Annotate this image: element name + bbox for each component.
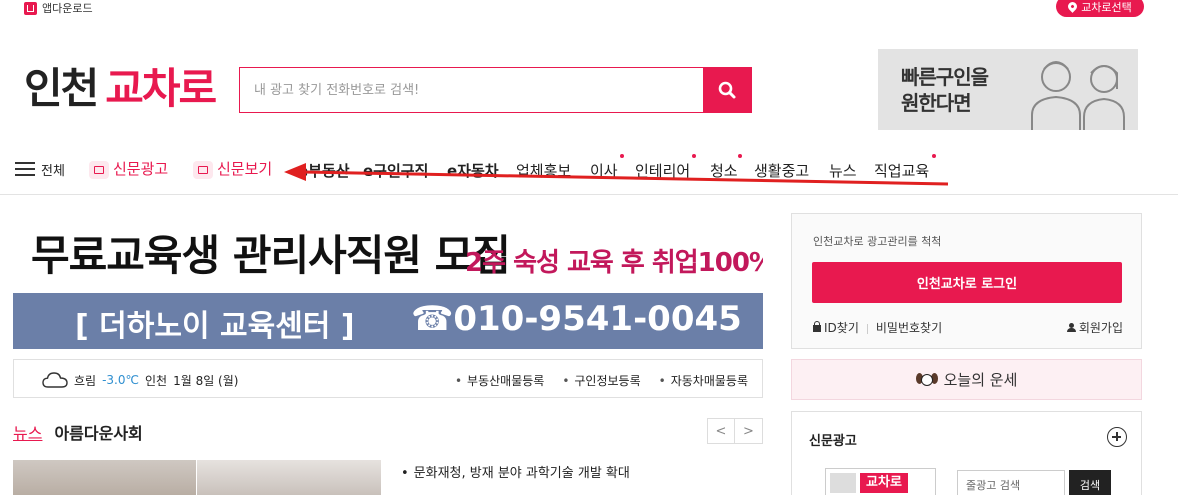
- nav-item-jobs[interactable]: e구인구직: [363, 160, 428, 181]
- thumbnail-label: 교차로: [860, 473, 908, 493]
- dog-icon: [915, 372, 938, 388]
- app-download-label: 앱다운로드: [42, 2, 93, 15]
- nav-item-cars[interactable]: e자동차: [447, 160, 499, 181]
- news-pager: < >: [707, 418, 763, 444]
- login-panel: 인천교차로 광고관리를 척척 인천교차로 로그인 ID찾기 비밀번호찾기 회원가입: [791, 213, 1142, 349]
- register-car-link[interactable]: 자동차매물등록: [659, 372, 748, 389]
- banner-center-name: [ 더하노이 교육센터 ]: [75, 309, 355, 344]
- nav-item-business[interactable]: 업체홍보: [516, 160, 571, 181]
- divider: [866, 323, 868, 334]
- prev-arrow-icon[interactable]: <: [707, 418, 735, 444]
- people-illustration-icon: [1031, 61, 1125, 130]
- ad-line1: 빠른구인을: [901, 65, 989, 89]
- site-logo[interactable]: 인천 교차로: [24, 64, 217, 113]
- region-select-button[interactable]: 교차로선택: [1056, 0, 1144, 17]
- ad-line2: 원한다면: [901, 91, 972, 115]
- banner-title: 무료교육생 관리사직원 모집: [31, 231, 511, 280]
- weather-date: 1월 8일 (월): [173, 373, 239, 388]
- logo-part1: 인천: [24, 64, 99, 113]
- news-headline-1[interactable]: 문화재청, 방재 분야 과학기술 개발 확대: [401, 462, 630, 481]
- next-arrow-icon[interactable]: >: [735, 418, 763, 444]
- news-photo-2[interactable]: [197, 460, 381, 495]
- location-pin-icon: [1066, 0, 1080, 13]
- book-icon: [193, 160, 213, 179]
- new-dot-moving: [620, 154, 624, 158]
- new-dot-interior: [692, 154, 696, 158]
- nav-newspaper-view[interactable]: 신문보기: [193, 158, 272, 179]
- banner-phone: ☎010-9541-0045: [411, 299, 742, 339]
- fortune-button[interactable]: 오늘의 운세: [791, 359, 1142, 400]
- nav-newspaper-ad-label: 신문광고: [113, 160, 169, 178]
- nav-item-news[interactable]: 뉴스: [829, 160, 857, 181]
- nav-item-secondhand[interactable]: 생활중고: [754, 160, 809, 181]
- app-icon: [24, 1, 37, 15]
- search-bar: [239, 67, 752, 113]
- nav-item-moving[interactable]: 이사: [590, 160, 618, 181]
- quick-register-links: 부동산매물등록 구인정보등록 자동차매물등록: [455, 372, 748, 389]
- nav-item-education[interactable]: 직업교육: [874, 160, 929, 181]
- weather-location: 인천: [144, 373, 168, 388]
- nav-newspaper-ad[interactable]: 신문광고: [89, 158, 168, 179]
- tab-community[interactable]: 아름다운사회: [54, 424, 142, 443]
- fortune-label: 오늘의 운세: [943, 371, 1018, 389]
- thumbnail-masthead: [830, 473, 856, 493]
- weather-temp: -3.0℃: [102, 373, 139, 387]
- new-dot-cleaning: [738, 154, 742, 158]
- new-dot-education: [932, 154, 936, 158]
- nav-divider: [0, 194, 1178, 195]
- banner-subtitle: 2주 숙성 교육 후 취업100%: [465, 248, 763, 278]
- top-strip: 앱다운로드 교차로선택: [0, 0, 1178, 20]
- search-input[interactable]: [240, 68, 703, 112]
- search-icon: [718, 81, 736, 99]
- login-button[interactable]: 인천교차로 로그인: [812, 262, 1122, 303]
- nav-item-interior[interactable]: 인테리어: [635, 160, 690, 181]
- login-message: 인천교차로 광고관리를 척척: [813, 235, 942, 248]
- user-icon: [1066, 323, 1076, 332]
- register-job-link[interactable]: 구인정보등록: [562, 372, 640, 389]
- weather-bar: 흐림 -3.0℃ 인천 1월 8일 (월) 부동산매물등록 구인정보등록 자동차…: [13, 359, 763, 398]
- newspaper-thumbnail[interactable]: 교차로: [825, 468, 936, 495]
- news-photo-1[interactable]: [13, 460, 196, 495]
- register-realestate-link[interactable]: 부동산매물등록: [455, 372, 544, 389]
- logo-part2: 교차로: [105, 64, 217, 113]
- main-ad-banner[interactable]: 무료교육생 관리사직원 모집 2주 숙성 교육 후 취업100% [ 더하노이 …: [13, 212, 763, 349]
- line-ad-search-input[interactable]: [957, 470, 1065, 495]
- weather-condition: 흐림: [74, 373, 97, 388]
- signup-link[interactable]: 회원가입: [1079, 321, 1123, 335]
- app-download-link[interactable]: 앱다운로드: [24, 0, 93, 16]
- region-select-label: 교차로선택: [1081, 0, 1132, 14]
- search-button[interactable]: [703, 68, 751, 112]
- nav-all[interactable]: 전체: [41, 160, 65, 179]
- plus-icon[interactable]: [1107, 427, 1127, 447]
- newspaper-ad-panel: 신문광고 교차로 검색: [791, 411, 1142, 495]
- line-ad-search-button[interactable]: 검색: [1069, 470, 1111, 495]
- news-tabs: 뉴스 아름다운사회: [13, 420, 143, 444]
- main-nav: 전체 신문광고 신문보기 e부동산 e구인구직 e자동차 업체홍보 이사 인테리…: [0, 152, 1178, 188]
- tab-news[interactable]: 뉴스: [13, 424, 42, 443]
- cloud-icon: [42, 372, 68, 388]
- banner-lower-band: [ 더하노이 교육센터 ] ☎010-9541-0045: [13, 293, 763, 349]
- menu-icon[interactable]: [15, 162, 35, 176]
- find-id-link[interactable]: ID찾기: [824, 321, 859, 335]
- ad-banner-text: 빠른구인을 원한다면: [901, 64, 989, 116]
- newspaper-ad-title: 신문광고: [809, 434, 857, 449]
- weather-info: 흐림 -3.0℃ 인천 1월 8일 (월): [42, 371, 238, 389]
- nav-item-realestate[interactable]: e부동산: [298, 160, 350, 181]
- lock-icon: [813, 321, 821, 332]
- nav-newspaper-view-label: 신문보기: [217, 160, 273, 178]
- recruit-ad-banner[interactable]: 빠른구인을 원한다면: [878, 49, 1138, 130]
- newspaper-icon: [89, 160, 109, 179]
- nav-item-cleaning[interactable]: 청소: [710, 160, 738, 181]
- find-password-link[interactable]: 비밀번호찾기: [876, 321, 942, 335]
